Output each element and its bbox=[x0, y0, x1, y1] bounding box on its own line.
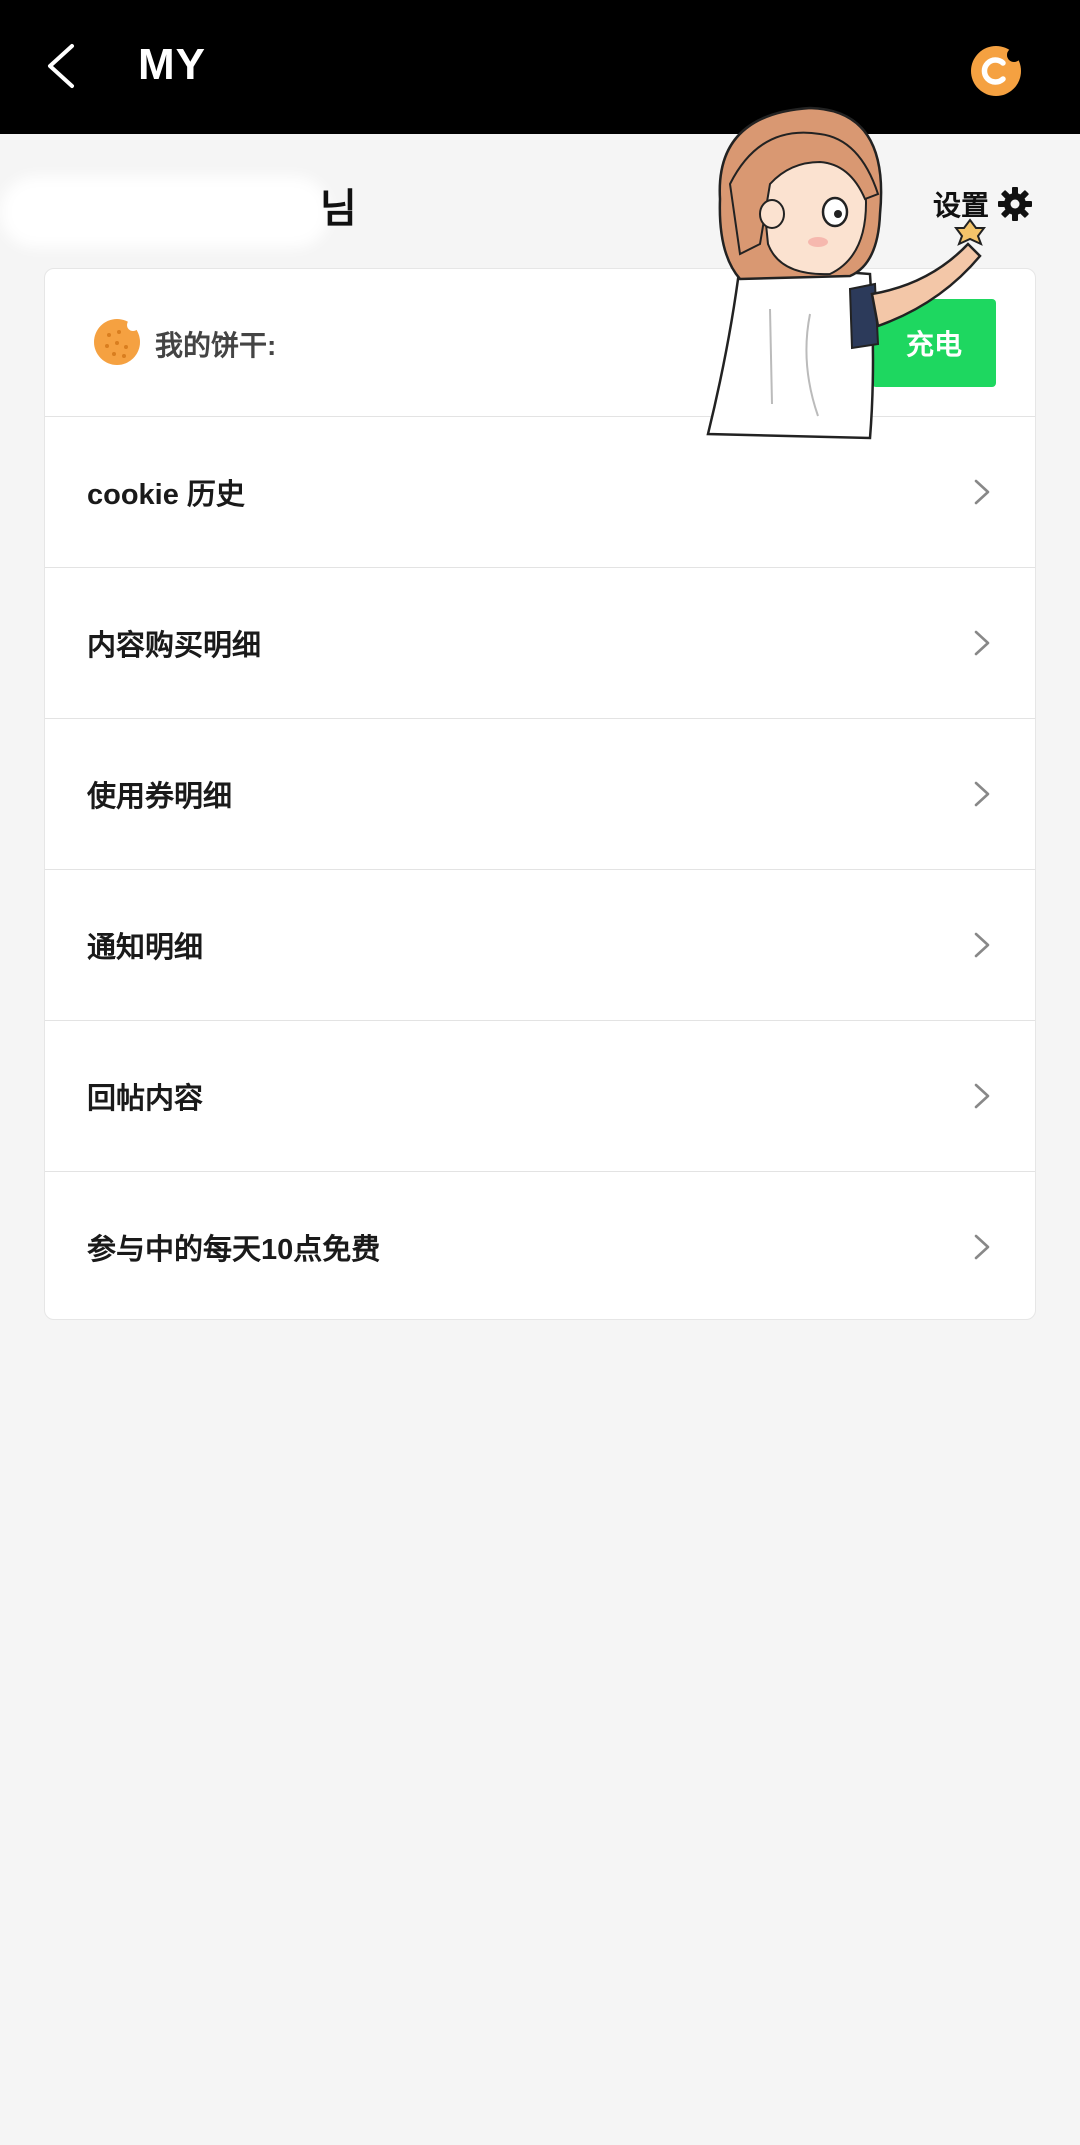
menu-item-comments[interactable]: 回帖内容 bbox=[45, 1021, 1035, 1172]
chevron-right-icon bbox=[974, 479, 990, 505]
cookie-icon bbox=[94, 319, 140, 365]
chevron-right-icon bbox=[974, 1234, 990, 1260]
menu-item-label: 参与中的每天10点免费 bbox=[87, 1234, 381, 1266]
chevron-right-icon bbox=[974, 1083, 990, 1109]
cookie-balance-label: 我的饼干: bbox=[155, 330, 277, 361]
menu-item-label: cookie 历史 bbox=[87, 479, 245, 511]
chevron-right-icon bbox=[974, 932, 990, 958]
menu-item-label: 通知明细 bbox=[87, 932, 204, 964]
username-redacted bbox=[0, 176, 330, 248]
cookie-balance-row: 我的饼干: 充电 bbox=[45, 269, 1035, 417]
menu-item-label: 内容购买明细 bbox=[87, 630, 262, 662]
cookie-logo-icon[interactable] bbox=[970, 45, 1022, 97]
menu-item-label: 回帖内容 bbox=[87, 1083, 204, 1115]
top-bar: MY bbox=[0, 0, 1080, 134]
my-menu-card: 我的饼干: 充电 cookie 历史 内容购买明细 使用券明细 通知明细 回帖内… bbox=[44, 268, 1036, 1320]
gear-icon bbox=[998, 187, 1033, 221]
menu-item-notification-history[interactable]: 通知明细 bbox=[45, 870, 1035, 1021]
menu-item-cookie-history[interactable]: cookie 历史 bbox=[45, 417, 1035, 568]
chevron-left-icon[interactable] bbox=[34, 36, 94, 96]
menu-item-coupon-history[interactable]: 使用券明细 bbox=[45, 719, 1035, 870]
charge-button[interactable]: 充电 bbox=[872, 299, 996, 387]
chevron-right-icon bbox=[974, 781, 990, 807]
username-suffix: 님 bbox=[320, 187, 357, 231]
chevron-right-icon bbox=[974, 630, 990, 656]
user-header: 님 设置 bbox=[0, 134, 1080, 264]
menu-item-daily-free[interactable]: 参与中的每天10点免费 bbox=[45, 1172, 1035, 1319]
settings-button[interactable]: 设置 bbox=[933, 180, 1033, 228]
menu-item-purchase-history[interactable]: 内容购买明细 bbox=[45, 568, 1035, 719]
settings-label: 设置 bbox=[933, 190, 990, 221]
page-title: MY bbox=[138, 40, 206, 89]
menu-item-label: 使用券明细 bbox=[87, 781, 233, 813]
